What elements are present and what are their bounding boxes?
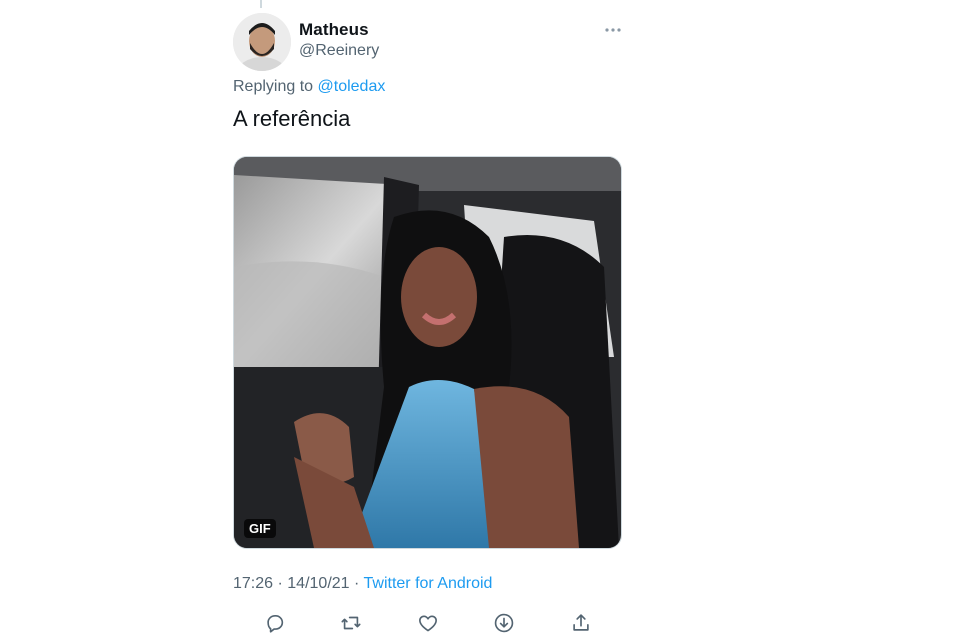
avatar[interactable] (233, 13, 291, 71)
meta-separator: · (354, 575, 360, 592)
retweet-icon (341, 616, 361, 630)
tweet-text: A referência (233, 106, 351, 131)
tweet-source-link[interactable]: Twitter for Android (364, 575, 493, 592)
tweet-media-gif[interactable]: GIF (233, 156, 622, 549)
tweet-metadata: 17:26 · 14/10/21 · Twitter for Android (233, 575, 492, 593)
like-icon (419, 615, 437, 632)
meta-separator: · (277, 575, 283, 592)
reply-icon (267, 615, 284, 633)
download-icon (494, 613, 514, 633)
thread-connector-line (260, 0, 262, 8)
replying-to-link[interactable]: @toledax (318, 78, 386, 95)
share-icon (573, 614, 589, 631)
download-button[interactable] (490, 609, 518, 637)
tweet-action-bar (261, 609, 595, 637)
replying-to-line: Replying to @toledax (233, 78, 385, 96)
more-options-button[interactable] (601, 20, 625, 40)
reply-button[interactable] (261, 609, 289, 637)
gif-badge: GIF (244, 519, 276, 538)
retweet-button[interactable] (337, 609, 365, 637)
tweet-time[interactable]: 17:26 (233, 575, 273, 592)
author-display-name[interactable]: Matheus (299, 20, 369, 40)
author-handle[interactable]: @Reeinery (299, 42, 379, 60)
tweet-date[interactable]: 14/10/21 (287, 575, 349, 592)
more-horizontal-icon (605, 28, 621, 32)
share-button[interactable] (567, 609, 595, 637)
gif-frame-image (234, 157, 621, 548)
like-button[interactable] (414, 609, 442, 637)
replying-to-prefix: Replying to (233, 78, 314, 95)
